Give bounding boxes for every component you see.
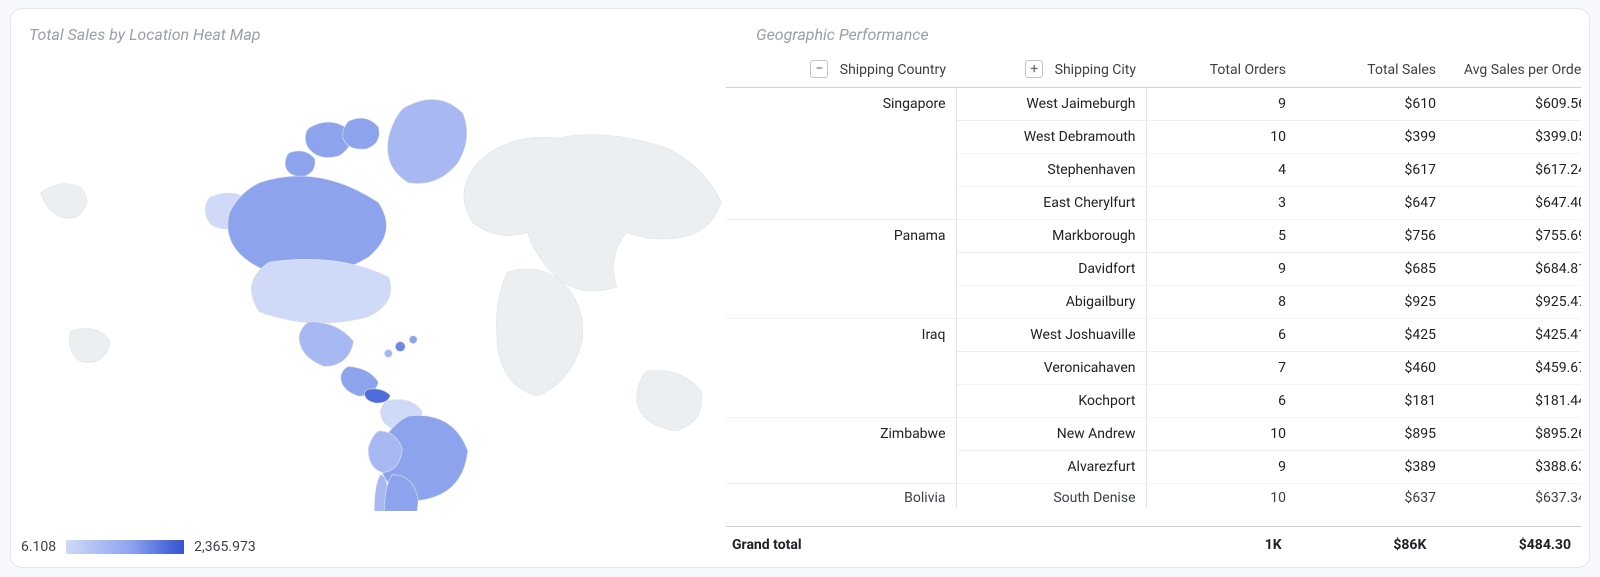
cell-avg: $617.24 [1446, 154, 1581, 187]
cell-orders: 5 [1146, 220, 1296, 253]
cell-sales: $617 [1296, 154, 1446, 187]
cell-orders: 6 [1146, 319, 1296, 352]
cell-city[interactable]: New Andrew [956, 418, 1146, 451]
cell-sales: $399 [1296, 121, 1446, 154]
cell-orders: 10 [1146, 121, 1296, 154]
cell-avg: $684.81 [1446, 253, 1581, 286]
cell-sales: $425 [1296, 319, 1446, 352]
cell-country[interactable]: Bolivia [726, 484, 956, 509]
cell-orders: 9 [1146, 253, 1296, 286]
dashboard-card: Total Sales by Location Heat Map [10, 8, 1590, 568]
cell-city[interactable]: East Cherylfurt [956, 187, 1146, 220]
cell-country[interactable]: Iraq [726, 319, 956, 418]
col-header-country-label: Shipping Country [840, 62, 946, 78]
cell-orders: 3 [1146, 187, 1296, 220]
table-row[interactable]: SingaporeWest Jaimeburgh9$610$609.56 [726, 88, 1581, 121]
world-map[interactable] [11, 53, 726, 511]
col-header-city-label: Shipping City [1055, 62, 1136, 78]
map-legend: 6.108 2,365.973 [21, 539, 256, 555]
pivot-table: − Shipping Country + Shipping City Total… [726, 53, 1581, 508]
world-map-svg [11, 53, 726, 511]
cell-city[interactable]: South Denise [956, 484, 1146, 509]
cell-country[interactable]: Panama [726, 220, 956, 319]
cell-orders: 10 [1146, 484, 1296, 509]
cell-orders: 8 [1146, 286, 1296, 319]
col-header-country[interactable]: − Shipping Country [726, 53, 956, 88]
cell-sales: $181 [1296, 385, 1446, 418]
grand-total-orders: 1K [1137, 537, 1282, 553]
cell-sales: $637 [1296, 484, 1446, 509]
col-header-sales[interactable]: Total Sales [1296, 53, 1446, 88]
cell-orders: 9 [1146, 451, 1296, 484]
cell-sales: $460 [1296, 352, 1446, 385]
cell-city[interactable]: West Jaimeburgh [956, 88, 1146, 121]
cell-avg: $895.26 [1446, 418, 1581, 451]
cell-orders: 7 [1146, 352, 1296, 385]
cell-avg: $925.47 [1446, 286, 1581, 319]
table-header-row: − Shipping Country + Shipping City Total… [726, 53, 1581, 88]
table-row[interactable]: BoliviaSouth Denise10$637$637.34 [726, 484, 1581, 509]
grand-total-avg: $484.30 [1426, 537, 1571, 553]
cell-avg: $609.56 [1446, 88, 1581, 121]
cell-sales: $685 [1296, 253, 1446, 286]
cell-avg: $388.63 [1446, 451, 1581, 484]
cell-avg: $181.44 [1446, 385, 1581, 418]
pivot-table-scroll[interactable]: − Shipping Country + Shipping City Total… [726, 53, 1581, 523]
table-title: Geographic Performance [726, 9, 1573, 52]
cell-sales: $389 [1296, 451, 1446, 484]
split-layout: Total Sales by Location Heat Map [11, 9, 1589, 567]
cell-sales: $610 [1296, 88, 1446, 121]
cell-sales: $895 [1296, 418, 1446, 451]
col-header-city[interactable]: + Shipping City [956, 53, 1146, 88]
cell-sales: $647 [1296, 187, 1446, 220]
col-header-orders[interactable]: Total Orders [1146, 53, 1296, 88]
cell-orders: 9 [1146, 88, 1296, 121]
grand-total-row: Grand total 1K $86K $484.30 [726, 526, 1581, 559]
pivot-table-wrap: − Shipping Country + Shipping City Total… [726, 53, 1581, 523]
table-row[interactable]: PanamaMarkborough5$756$755.69 [726, 220, 1581, 253]
cell-country[interactable]: Singapore [726, 88, 956, 220]
cell-city[interactable]: West Debramouth [956, 121, 1146, 154]
col-header-avg[interactable]: Avg Sales per Order [1446, 53, 1581, 88]
cell-city[interactable]: Davidfort [956, 253, 1146, 286]
cell-orders: 10 [1146, 418, 1296, 451]
cell-city[interactable]: West Joshuaville [956, 319, 1146, 352]
cell-city[interactable]: Markborough [956, 220, 1146, 253]
cell-sales: $925 [1296, 286, 1446, 319]
cell-avg: $399.05 [1446, 121, 1581, 154]
cell-city[interactable]: Veronicahaven [956, 352, 1146, 385]
cell-avg: $647.40 [1446, 187, 1581, 220]
table-row[interactable]: IraqWest Joshuaville6$425$425.41 [726, 319, 1581, 352]
cell-city[interactable]: Abigailbury [956, 286, 1146, 319]
cell-avg: $459.67 [1446, 352, 1581, 385]
table-row[interactable]: ZimbabweNew Andrew10$895$895.26 [726, 418, 1581, 451]
map-title: Total Sales by Location Heat Map [11, 9, 726, 52]
map-pane: Total Sales by Location Heat Map [11, 9, 726, 567]
cell-orders: 6 [1146, 385, 1296, 418]
cell-city[interactable]: Stephenhaven [956, 154, 1146, 187]
cell-avg: $425.41 [1446, 319, 1581, 352]
legend-max: 2,365.973 [194, 539, 256, 555]
legend-min: 6.108 [21, 539, 56, 555]
legend-gradient [66, 540, 184, 554]
cell-city[interactable]: Alvarezfurt [956, 451, 1146, 484]
collapse-icon[interactable]: − [810, 60, 828, 78]
cell-city[interactable]: Kochport [956, 385, 1146, 418]
table-pane: Geographic Performance − Shipping Countr… [726, 9, 1589, 567]
cell-sales: $756 [1296, 220, 1446, 253]
cell-orders: 4 [1146, 154, 1296, 187]
cell-avg: $637.34 [1446, 484, 1581, 509]
grand-total-sales: $86K [1282, 537, 1427, 553]
cell-avg: $755.69 [1446, 220, 1581, 253]
expand-icon[interactable]: + [1025, 60, 1043, 78]
cell-country[interactable]: Zimbabwe [726, 418, 956, 484]
grand-total-label: Grand total [732, 537, 954, 553]
